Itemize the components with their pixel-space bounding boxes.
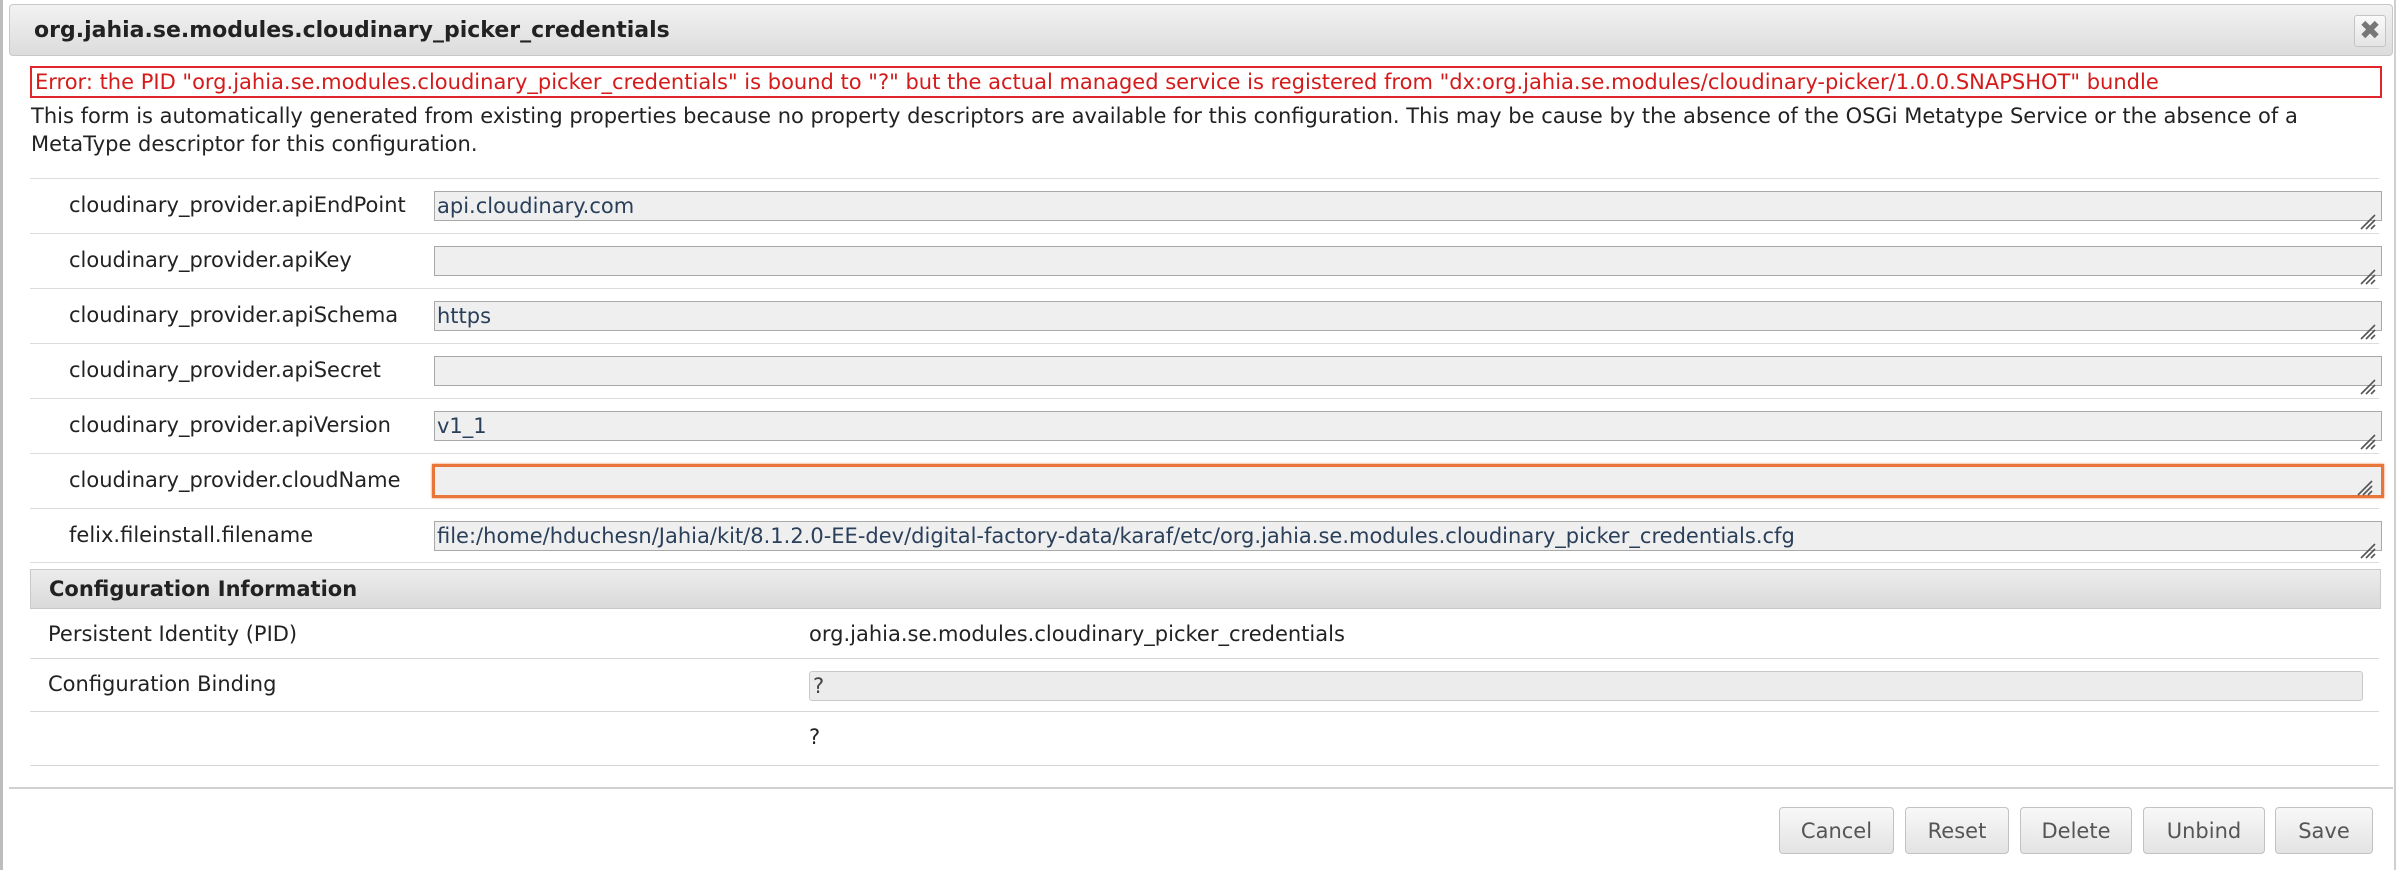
- extra-value: ?: [809, 725, 821, 749]
- property-label: cloudinary_provider.apiEndPoint: [69, 193, 406, 217]
- property-row-apischema: cloudinary_provider.apiSchema https: [30, 288, 2382, 343]
- property-label: cloudinary_provider.cloudName: [69, 468, 401, 492]
- property-label: cloudinary_provider.apiSecret: [69, 358, 381, 382]
- pid-value: org.jahia.se.modules.cloudinary_picker_c…: [809, 622, 1345, 646]
- properties-table: cloudinary_provider.apiEndPoint api.clou…: [30, 178, 2384, 563]
- close-icon[interactable]: ✖: [2354, 15, 2386, 47]
- pid-label: Persistent Identity (PID): [48, 622, 298, 646]
- apiendpoint-field[interactable]: api.cloudinary.com: [434, 191, 2382, 221]
- property-row-filename: felix.fileinstall.filename file:/home/hd…: [30, 508, 2382, 563]
- apisecret-field[interactable]: [434, 356, 2382, 386]
- property-label: cloudinary_provider.apiVersion: [69, 413, 391, 437]
- property-row-apiendpoint: cloudinary_provider.apiEndPoint api.clou…: [30, 178, 2382, 233]
- apiversion-field[interactable]: v1_1: [434, 411, 2382, 441]
- cloudname-field[interactable]: [432, 464, 2384, 498]
- error-message: Error: the PID "org.jahia.se.modules.clo…: [30, 66, 2382, 98]
- property-row-apisecret: cloudinary_provider.apiSecret: [30, 343, 2382, 398]
- configuration-information-header: Configuration Information: [30, 569, 2381, 609]
- property-label: felix.fileinstall.filename: [69, 523, 314, 547]
- binding-field[interactable]: ?: [809, 671, 2363, 701]
- property-label: cloudinary_provider.apiKey: [69, 248, 352, 272]
- property-row-apikey: cloudinary_provider.apiKey: [30, 233, 2382, 288]
- configuration-dialog: org.jahia.se.modules.cloudinary_picker_c…: [0, 0, 2396, 870]
- reset-button[interactable]: Reset: [1905, 807, 2009, 854]
- property-label: cloudinary_provider.apiSchema: [69, 303, 399, 327]
- delete-button[interactable]: Delete: [2020, 807, 2132, 854]
- footer-divider: [9, 787, 2393, 789]
- configuration-info-table: Persistent Identity (PID) org.jahia.se.m…: [30, 609, 2379, 766]
- dialog-titlebar[interactable]: org.jahia.se.modules.cloudinary_picker_c…: [9, 4, 2393, 56]
- filename-field[interactable]: file:/home/hduchesn/Jahia/kit/8.1.2.0-EE…: [434, 521, 2382, 551]
- binding-label: Configuration Binding: [48, 672, 277, 696]
- unbind-button[interactable]: Unbind: [2143, 807, 2265, 854]
- info-message: This form is automatically generated fro…: [31, 104, 2298, 156]
- apischema-field[interactable]: https: [434, 301, 2382, 331]
- pid-row: Persistent Identity (PID) org.jahia.se.m…: [30, 609, 2379, 659]
- dialog-title: org.jahia.se.modules.cloudinary_picker_c…: [34, 18, 670, 43]
- binding-row: Configuration Binding ?: [30, 659, 2379, 712]
- property-row-apiversion: cloudinary_provider.apiVersion v1_1: [30, 398, 2382, 453]
- extra-row: ?: [30, 712, 2379, 766]
- apikey-field[interactable]: [434, 246, 2382, 276]
- save-button[interactable]: Save: [2275, 807, 2373, 854]
- cancel-button[interactable]: Cancel: [1779, 807, 1894, 854]
- property-row-cloudname: cloudinary_provider.cloudName: [30, 453, 2384, 508]
- section-title: Configuration Information: [49, 577, 358, 601]
